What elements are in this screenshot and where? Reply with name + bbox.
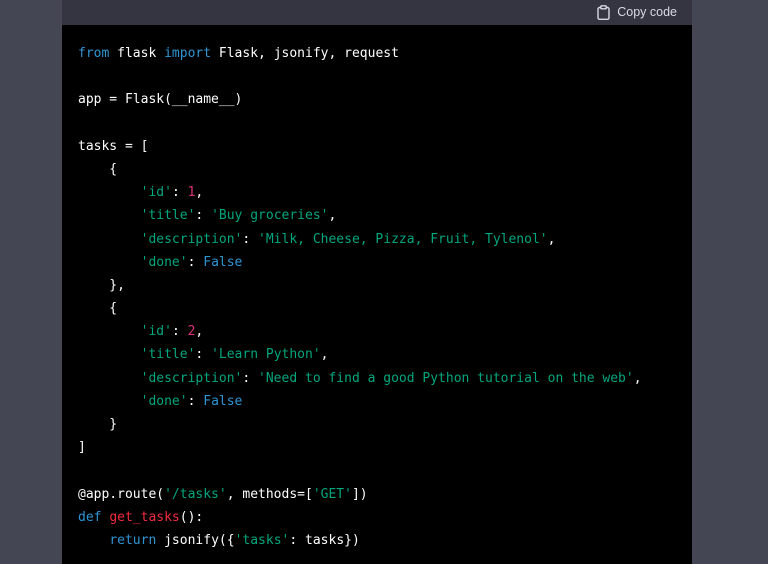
code-text: ,	[195, 324, 204, 340]
code-text: , methods=[	[226, 486, 313, 502]
code-text: ])	[351, 486, 368, 502]
code-keyword: def	[78, 509, 102, 525]
code-line: 'done': False	[78, 251, 642, 274]
code-line: 'id': 2,	[78, 320, 642, 343]
code-text: flask	[109, 46, 165, 61]
chat-page: Copy code from flask import Flask, jsoni…	[0, 0, 768, 564]
copy-code-label: Copy code	[617, 5, 677, 19]
code-keyword: import	[164, 46, 212, 61]
code-line: }	[78, 413, 642, 436]
code-text: ():	[179, 509, 204, 525]
code-keyword: return	[109, 532, 157, 548]
code-line: 'id': 1,	[78, 181, 642, 204]
code-content: from flask import Flask, jsonify, reques…	[78, 42, 642, 552]
code-block: Copy code from flask import Flask, jsoni…	[62, 0, 692, 564]
code-line: ]	[78, 436, 642, 459]
code-line: tasks = [	[78, 135, 642, 158]
code-string: 'id'	[140, 324, 172, 340]
code-text: ,	[547, 231, 556, 247]
code-text: jsonify({	[156, 532, 235, 548]
code-text: }	[78, 417, 118, 432]
code-text: :	[195, 347, 212, 363]
code-line: 'done': False	[78, 390, 642, 413]
code-line: from flask import Flask, jsonify, reques…	[78, 42, 642, 65]
code-string: 'done'	[140, 393, 188, 409]
code-string: 'id'	[140, 185, 172, 201]
code-text: :	[242, 231, 259, 247]
code-text: :	[171, 185, 188, 201]
code-string: 'title'	[140, 347, 196, 363]
code-text: ,	[320, 347, 329, 363]
code-keyword: False	[203, 254, 243, 270]
code-line: def get_tasks():	[78, 506, 642, 529]
code-text: Flask, jsonify, request	[211, 46, 399, 61]
code-string: 'tasks'	[234, 532, 290, 548]
code-line: {	[78, 158, 642, 181]
code-string: 'description'	[140, 370, 243, 386]
code-keyword: False	[203, 393, 243, 409]
code-text: {	[78, 301, 118, 317]
code-text: ,	[195, 185, 204, 201]
code-text: ]	[78, 440, 86, 456]
code-string: 'Milk, Cheese, Pizza, Fruit, Tylenol'	[258, 231, 548, 247]
code-text: ,	[633, 370, 642, 386]
code-line: return jsonify({'tasks': tasks})	[78, 529, 642, 552]
code-text: :	[171, 324, 188, 340]
code-text: :	[187, 254, 204, 270]
code-string: '/tasks'	[164, 486, 227, 502]
code-line: },	[78, 274, 642, 297]
code-line: 'description': 'Milk, Cheese, Pizza, Fru…	[78, 228, 642, 251]
code-block-header: Copy code	[62, 0, 692, 25]
code-text: :	[195, 208, 212, 224]
code-text: :	[187, 393, 204, 409]
code-string: 'Buy groceries'	[211, 208, 329, 224]
code-text: tasks = [	[78, 138, 149, 154]
code-line: 'title': 'Buy groceries',	[78, 204, 642, 227]
code-string: 'Learn Python'	[211, 347, 321, 363]
code-text: :	[242, 370, 259, 386]
code-text: app = Flask(__name__)	[78, 92, 243, 108]
code-string: 'description'	[140, 231, 243, 247]
code-keyword: from	[78, 46, 110, 61]
code-line: {	[78, 297, 642, 320]
code-line: @app.route('/tasks', methods=['GET'])	[78, 483, 642, 506]
code-string: 'GET'	[312, 486, 352, 502]
code-text: },	[78, 277, 125, 293]
code-line: 'title': 'Learn Python',	[78, 343, 642, 366]
code-line: app = Flask(__name__)	[78, 88, 642, 111]
code-function-name: get_tasks	[109, 509, 180, 525]
code-text: {	[78, 161, 118, 177]
code-string: 'done'	[140, 254, 188, 270]
copy-code-button[interactable]: Copy code	[597, 2, 677, 22]
code-string: 'Need to find a good Python tutorial on …	[258, 370, 634, 386]
clipboard-icon	[597, 4, 610, 20]
code-text: @app.route(	[78, 486, 165, 502]
code-text: : tasks})	[289, 532, 360, 548]
code-line: 'description': 'Need to find a good Pyth…	[78, 367, 642, 390]
code-text: ,	[328, 208, 337, 224]
code-string: 'title'	[140, 208, 196, 224]
